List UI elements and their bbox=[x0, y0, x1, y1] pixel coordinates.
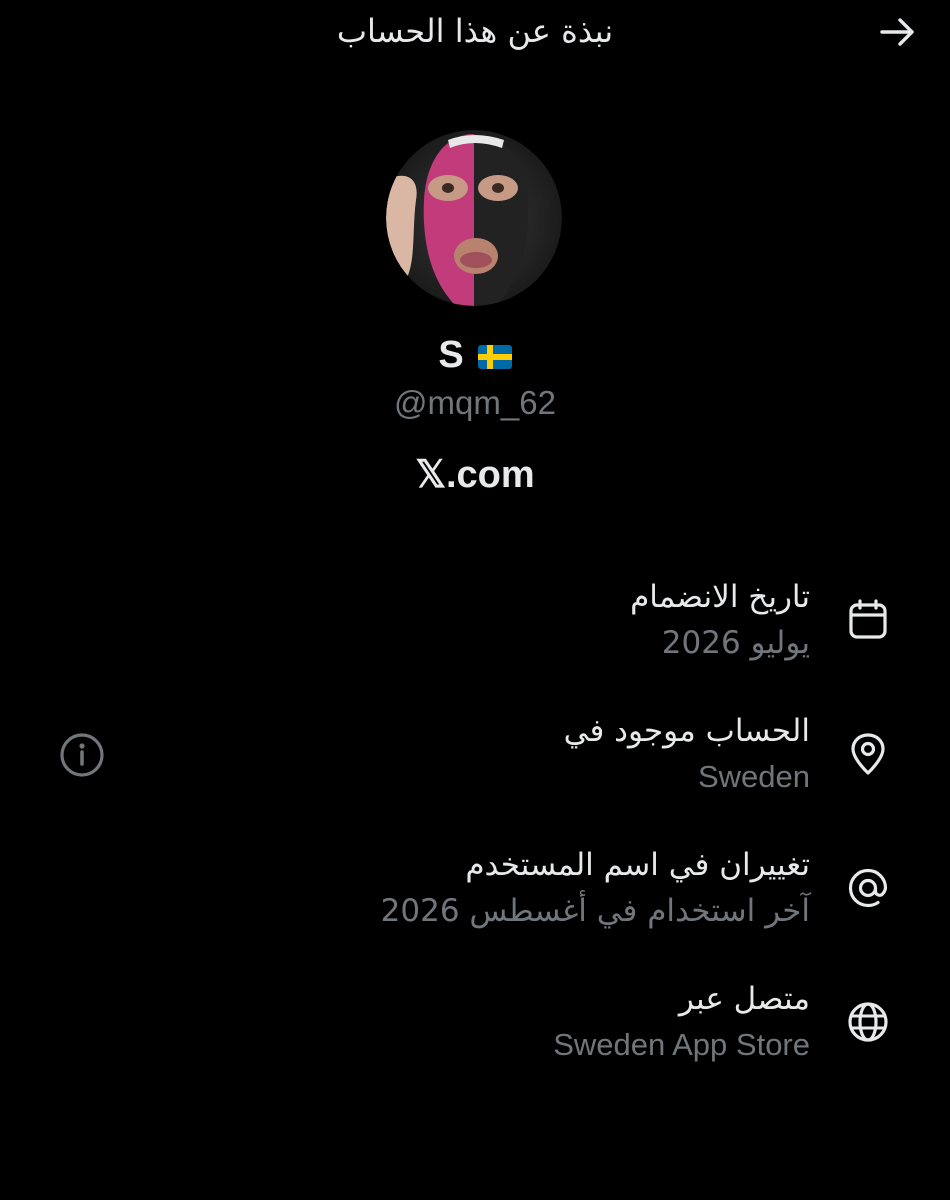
connected-via-row: متصل عبر Sweden App Store bbox=[0, 976, 950, 1076]
info-icon bbox=[60, 733, 104, 777]
info-button[interactable] bbox=[58, 731, 106, 779]
back-button[interactable] bbox=[878, 12, 918, 52]
header: نبذة عن هذا الحساب bbox=[0, 0, 950, 66]
avatar-image bbox=[386, 130, 562, 306]
globe-icon bbox=[846, 1000, 890, 1044]
platform-label: 𝕏.com bbox=[415, 454, 535, 496]
calendar-icon bbox=[846, 598, 890, 642]
username-handle: @mqm_62 bbox=[394, 384, 556, 421]
account-location-row: الحساب موجود في Sweden bbox=[0, 708, 950, 808]
avatar[interactable] bbox=[386, 130, 562, 306]
at-sign-icon bbox=[846, 866, 890, 910]
join-date-value: يوليو 2026 bbox=[661, 625, 810, 661]
connected-via-value: Sweden App Store bbox=[553, 1027, 810, 1062]
sweden-flag-icon bbox=[477, 344, 512, 369]
username-changes-value: آخر استخدام في أغسطس 2026 bbox=[380, 893, 810, 929]
arrow-right-icon bbox=[880, 18, 914, 46]
connected-via-title: متصل عبر bbox=[678, 981, 810, 1017]
display-name: S bbox=[438, 334, 464, 376]
display-name-row: S bbox=[0, 334, 950, 377]
account-location-value: Sweden bbox=[697, 759, 810, 794]
join-date-row: تاريخ الانضمام يوليو 2026 bbox=[0, 574, 950, 674]
location-pin-icon bbox=[846, 732, 890, 776]
join-date-title: تاريخ الانضمام bbox=[630, 579, 810, 615]
account-location-title: الحساب موجود في bbox=[563, 713, 810, 749]
username-changes-row: تغييران في اسم المستخدم آخر استخدام في أ… bbox=[0, 842, 950, 942]
username-changes-title: تغييران في اسم المستخدم bbox=[465, 847, 810, 883]
page-title: نبذة عن هذا الحساب bbox=[336, 12, 614, 50]
